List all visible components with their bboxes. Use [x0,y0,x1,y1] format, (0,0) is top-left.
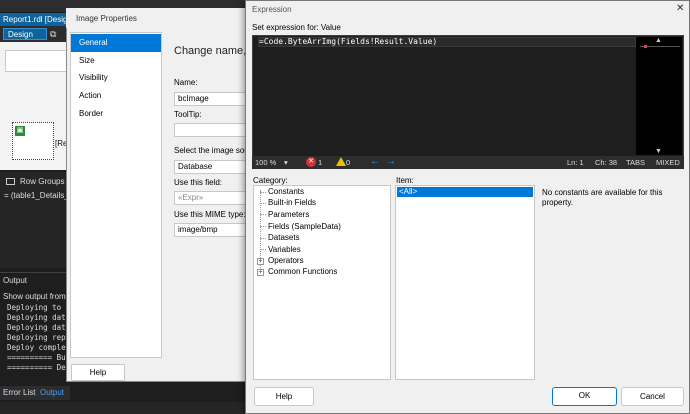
report-header-box [5,50,67,72]
expression-dialog-title: Expression [252,5,292,14]
tab-output[interactable]: Output [40,388,64,397]
image-properties-help-button[interactable]: Help [71,364,125,381]
category-fields[interactable]: Fields (SampleData) [268,222,341,231]
output-line: ========== De [7,363,66,372]
item-all[interactable]: <All> [397,187,533,197]
category-operators[interactable]: Operators [268,256,304,265]
category-constants[interactable]: Constants [268,187,304,196]
output-show-from-label: Show output from [3,292,66,301]
cancel-button[interactable]: Cancel [621,387,684,406]
set-expression-label: Set expression for: Value [252,23,341,32]
item-list[interactable] [395,185,535,380]
expression-code[interactable]: =Code.ByteArrImg(Fields!Result.Value) [259,37,437,47]
use-field-input[interactable]: «Expr» [174,191,246,205]
expand-operators-icon[interactable]: + [257,258,264,265]
category-common-functions[interactable]: Common Functions [268,267,337,276]
nav-item-border[interactable]: Border [71,105,161,123]
image-properties-title: Image Properties [76,14,137,23]
tooltip-field[interactable] [174,123,246,137]
nav-item-visibility[interactable]: Visibility [71,69,161,87]
item-label: Item: [396,176,414,185]
tab-error-list[interactable]: Error List [3,388,35,397]
use-field-label: Use this field: [174,178,223,187]
mime-type-label: Use this MIME type: [174,210,246,219]
chevron-down-icon[interactable]: ▾ [284,158,288,167]
output-line: Deploying dat [7,323,66,332]
line-number: Ln: 1 [567,158,584,167]
description-text: No constants are available for this prop… [542,188,663,207]
error-icon[interactable]: ✕ [306,157,316,167]
output-line: Deploy comple [7,343,66,352]
tree-connector [260,226,266,227]
tree-connector [260,203,266,204]
navigate-forward-icon[interactable]: → [386,156,396,167]
category-variables[interactable]: Variables [268,245,301,254]
row-groups-icon [6,178,15,185]
output-line: Deploying rep [7,333,66,342]
category-label: Category: [253,176,288,185]
category-parameters[interactable]: Parameters [268,210,309,219]
tree-connector [260,214,266,215]
editor-minimap[interactable] [636,37,682,155]
tree-connector [260,238,266,239]
row-group-item[interactable]: = (table1_Details_G [4,191,75,200]
expand-common-functions-icon[interactable]: + [257,269,264,276]
ok-button[interactable]: OK [552,387,617,406]
expression-editor[interactable] [252,35,684,169]
scroll-up-icon[interactable]: ▲ [655,37,662,44]
line-ending-indicator: MIXED [656,158,680,167]
warning-count: 0 [346,158,351,167]
editor-status-bar [252,156,684,169]
warning-icon[interactable] [336,157,346,166]
navigate-back-icon[interactable]: ← [370,156,380,167]
char-number: Ch: 38 [595,158,618,167]
mime-type-select[interactable]: image/bmp [174,223,246,237]
nav-item-general[interactable]: General [71,34,161,52]
output-pane-title: Output [3,276,28,285]
report-icon[interactable]: ⧉ [50,28,62,40]
close-icon[interactable]: ✕ [676,3,684,14]
nav-item-action[interactable]: Action [71,87,161,105]
image-source-label: Select the image sour [174,146,252,155]
image-icon: ▣ [15,126,25,136]
design-view-button[interactable]: Design [3,28,47,40]
image-source-select[interactable]: Database [174,160,246,174]
error-count: 1 [318,158,323,167]
name-label: Name: [174,78,198,87]
row-groups-pane [0,172,70,268]
category-datasets[interactable]: Datasets [268,233,300,242]
tabs-indicator: TABS [626,158,646,167]
tree-connector [260,249,266,250]
output-line: Deploying dat [7,313,66,322]
zoom-level[interactable]: 100 % [255,158,276,167]
output-line: Deploying to [7,303,62,312]
tree-connector [260,192,266,193]
minimap-error-marker [644,45,647,48]
output-line: ========== Bu [7,353,66,362]
scroll-down-icon[interactable]: ▼ [655,148,662,155]
name-field[interactable]: bcImage [174,92,246,106]
tooltip-label: ToolTip: [174,110,202,119]
nav-item-size[interactable]: Size [71,52,161,70]
row-groups-label: Row Groups [20,177,65,186]
expression-help-button[interactable]: Help [254,387,314,406]
category-built-in-fields[interactable]: Built-in Fields [268,198,316,207]
document-tab[interactable]: Report1.rdl [Design [0,13,70,26]
